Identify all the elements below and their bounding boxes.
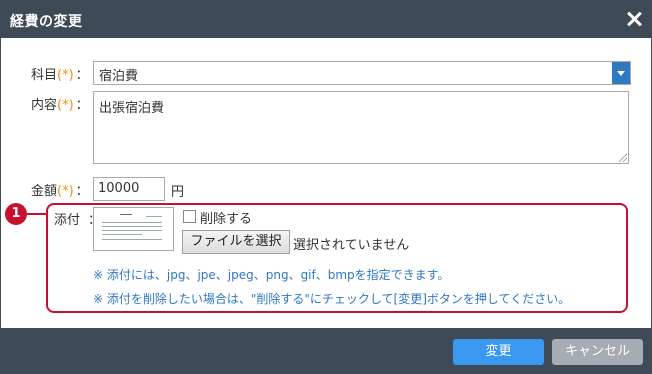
content-textarea-value: 出張宿泊費 bbox=[99, 101, 165, 116]
content-textarea[interactable]: 出張宿泊費 bbox=[93, 91, 629, 164]
colon: ： bbox=[75, 98, 89, 113]
callout-connector bbox=[27, 213, 46, 215]
content-label: 内容(*)： bbox=[31, 94, 89, 113]
cancel-button[interactable]: キャンセル bbox=[552, 339, 643, 365]
required-mark: (*) bbox=[57, 68, 74, 83]
delete-checkbox[interactable] bbox=[183, 210, 196, 223]
subject-label: 科目(*)： bbox=[31, 64, 89, 83]
delete-checkbox-label[interactable]: 削除する bbox=[200, 208, 252, 227]
close-icon[interactable] bbox=[625, 10, 643, 28]
amount-input-value: 10000 bbox=[98, 181, 140, 196]
colon: ： bbox=[75, 68, 89, 83]
required-mark: (*) bbox=[57, 98, 74, 113]
edit-expense-dialog: 経費の変更 科目(*)： 宿泊費 内容(*)： 出張宿泊費 金額(*)： 100… bbox=[0, 0, 652, 374]
document-preview-icon bbox=[100, 212, 166, 246]
amount-label: 金額(*)： bbox=[31, 180, 89, 199]
attachment-thumbnail[interactable] bbox=[93, 207, 174, 251]
content-label-text: 内容 bbox=[31, 98, 58, 113]
dialog-title: 経費の変更 bbox=[10, 14, 83, 30]
resize-grip-icon[interactable] bbox=[619, 154, 627, 162]
callout-number-badge: 1 bbox=[5, 203, 27, 225]
choose-file-button[interactable]: ファイルを選択 bbox=[182, 230, 290, 254]
chevron-down-icon[interactable] bbox=[612, 62, 630, 84]
amount-label-text: 金額 bbox=[31, 184, 58, 199]
amount-unit: 円 bbox=[171, 185, 185, 200]
amount-input[interactable]: 10000 bbox=[93, 177, 165, 201]
note-allowed-formats: ※ 添付には、jpg、jpe、jpeg、png、gif、bmpを指定できます。 bbox=[93, 268, 450, 282]
required-mark: (*) bbox=[57, 184, 74, 199]
colon: ： bbox=[75, 184, 89, 199]
note-delete-instruction: ※ 添付を削除したい場合は、"削除する"にチェックして[変更]ボタンを押してくだ… bbox=[93, 292, 571, 306]
dialog-titlebar: 経費の変更 bbox=[1, 1, 651, 38]
change-button[interactable]: 変更 bbox=[453, 339, 544, 365]
subject-select-value: 宿泊費 bbox=[99, 69, 139, 84]
no-file-selected-text: 選択されていません bbox=[293, 238, 410, 253]
attachment-label-text: 添付 bbox=[54, 213, 81, 228]
subject-select[interactable]: 宿泊費 bbox=[93, 61, 631, 85]
subject-label-text: 科目 bbox=[31, 68, 58, 83]
